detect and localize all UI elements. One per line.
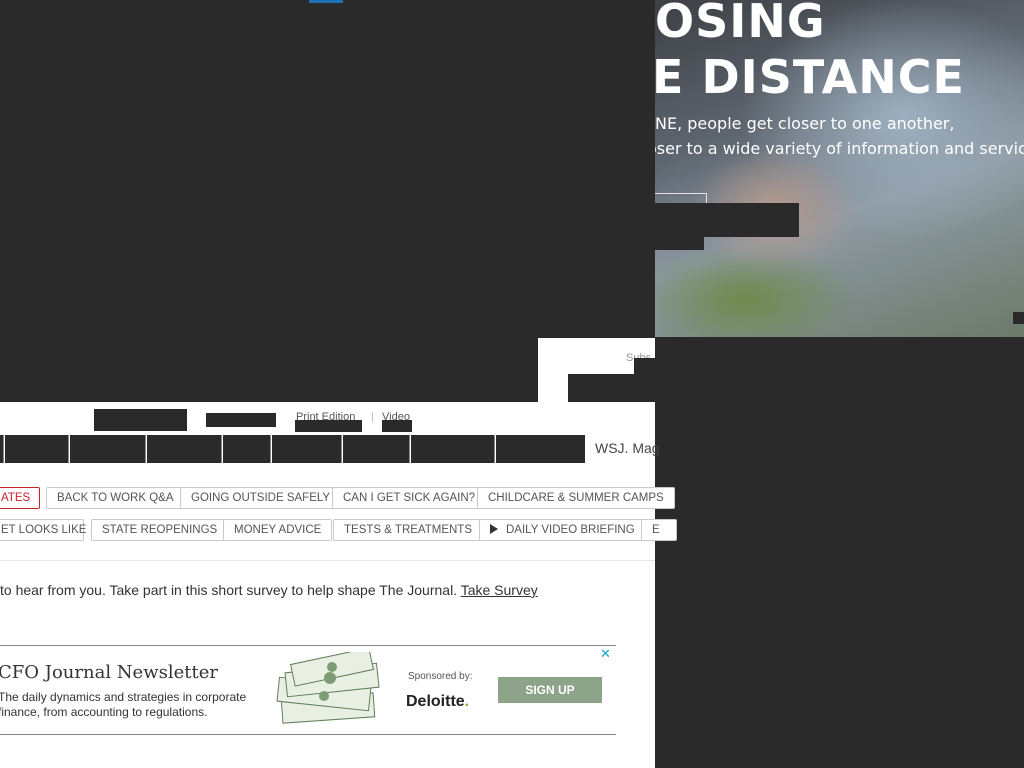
redacted-link (295, 420, 362, 432)
nav-item[interactable] (5, 435, 68, 463)
nav-divider (221, 435, 222, 463)
survey-text: to hear from you. Take part in this shor… (0, 582, 458, 598)
close-icon[interactable]: ✕ (600, 646, 611, 662)
nav-divider (494, 435, 495, 463)
redacted-block (655, 203, 799, 237)
tag-tests-treatments[interactable]: TESTS & TREATMENTS (333, 519, 484, 541)
hero-subline-1: NE, people get closer to one another, (655, 114, 955, 133)
tag-money-advice[interactable]: MONEY ADVICE (223, 519, 333, 541)
nav-item[interactable] (272, 435, 341, 463)
top-accent-bar (309, 0, 343, 3)
subscribe-area: Subs (538, 338, 655, 408)
hero-ad-banner[interactable]: OSING E DISTANCE NE, people get closer t… (655, 0, 1024, 337)
tag-state-reopenings[interactable]: STATE REOPENINGS (91, 519, 229, 541)
take-survey-link[interactable]: Take Survey (461, 582, 538, 598)
nav-item[interactable] (223, 435, 270, 463)
nav-divider (270, 435, 271, 463)
sign-up-button[interactable]: SIGN UP (498, 677, 602, 703)
redacted-block (568, 374, 634, 404)
redacted-link (382, 420, 412, 432)
survey-banner: to hear from you. Take part in this shor… (0, 582, 538, 598)
redacted-link[interactable] (206, 413, 276, 427)
deloitte-dot: . (464, 693, 470, 710)
deloitte-text: Deloitte (406, 693, 465, 710)
nav-divider (145, 435, 146, 463)
topbar-separator: | (371, 411, 374, 423)
hero-headline-line2: E DISTANCE (655, 50, 965, 104)
redacted-block (634, 358, 655, 408)
tag-back-to-work[interactable]: BACK TO WORK Q&A (46, 487, 185, 509)
redacted-link[interactable] (94, 409, 187, 431)
nav-item[interactable] (147, 435, 221, 463)
nav-item[interactable] (411, 435, 494, 463)
tag-sick-again[interactable]: CAN I GET SICK AGAIN? (332, 487, 487, 509)
tag-daily-video[interactable]: DAILY VIDEO BRIEFING (479, 519, 646, 541)
hero-subline-2: oser to a wide variety of information an… (655, 139, 1024, 158)
newsletter-title: CFO Journal Newsletter (0, 662, 218, 683)
money-stack-icon (276, 652, 380, 724)
nav-divider (68, 435, 69, 463)
nav-divider (409, 435, 410, 463)
deloitte-logo: Deloitte. (406, 693, 469, 711)
hero-headline-line1: OSING (655, 0, 826, 48)
redacted-block (1013, 312, 1024, 324)
tag-going-outside[interactable]: GOING OUTSIDE SAFELY (180, 487, 342, 509)
newsletter-description: The daily dynamics and strategies in cor… (0, 690, 247, 719)
divider (0, 560, 655, 561)
nav-item[interactable] (343, 435, 409, 463)
tag-updates[interactable]: ATES (0, 487, 40, 509)
newsletter-promo: CFO Journal Newsletter The daily dynamic… (0, 645, 616, 735)
nav-item[interactable] (496, 435, 585, 463)
nav-divider (3, 435, 4, 463)
tag-market[interactable]: ET LOOKS LIKE (0, 519, 86, 541)
tag-daily-video-label: DAILY VIDEO BRIEFING (506, 524, 635, 536)
tag-childcare[interactable]: CHILDCARE & SUMMER CAMPS (477, 487, 675, 509)
nav-item-wsj-mag[interactable]: WSJ. Mag (595, 440, 660, 456)
nav-item[interactable] (70, 435, 145, 463)
play-icon (490, 523, 498, 534)
redacted-block (655, 237, 704, 250)
nav-divider (341, 435, 342, 463)
tag-more[interactable]: E (641, 519, 677, 541)
sponsored-by-label: Sponsored by: (408, 671, 473, 682)
